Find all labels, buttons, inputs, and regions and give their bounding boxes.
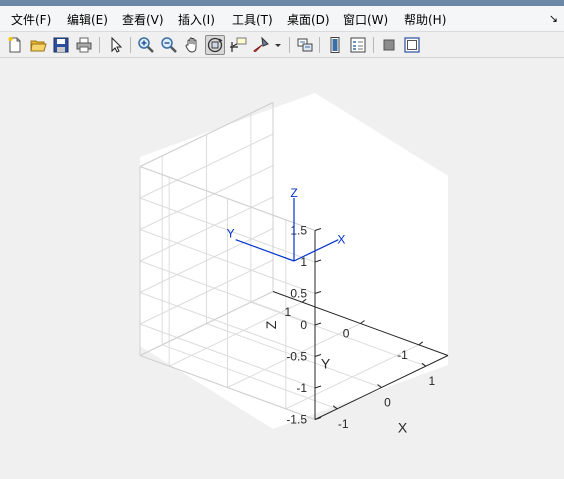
z-tick-label: 0.5 xyxy=(290,286,307,300)
x-tick-label: -1 xyxy=(338,417,349,431)
hide-plot-tools-icon[interactable] xyxy=(379,35,399,55)
frame-label-y: Y xyxy=(227,227,235,241)
z-tick-label: 0 xyxy=(300,318,307,332)
x-tick-label: 0 xyxy=(384,395,391,409)
menu-view[interactable]: 查看(V) xyxy=(122,11,164,28)
pan-hand-icon[interactable] xyxy=(182,35,202,55)
brush-icon[interactable] xyxy=(251,35,271,55)
toolbar-separator xyxy=(130,37,131,53)
menu-tools[interactable]: 工具(T) xyxy=(232,11,273,28)
x-axis-label: X xyxy=(398,419,408,435)
edit-plot-arrow-icon[interactable] xyxy=(106,35,126,55)
frame-label-z: Z xyxy=(290,186,297,200)
y-axis-label: Y xyxy=(321,356,331,372)
show-plot-tools-icon[interactable] xyxy=(402,35,422,55)
save-figure-icon[interactable] xyxy=(51,35,71,55)
zoom-out-icon[interactable] xyxy=(159,35,179,55)
menu-edit[interactable]: 编辑(E) xyxy=(67,11,108,28)
y-tick-label: 0 xyxy=(343,327,350,341)
z-tick-label: -1.5 xyxy=(286,412,307,426)
dock-figure-icon[interactable]: ↘ xyxy=(549,12,558,25)
brush-dropdown-chevron-icon[interactable] xyxy=(272,35,284,55)
menu-window[interactable]: 窗口(W) xyxy=(343,11,388,28)
data-cursor-icon[interactable] xyxy=(228,35,248,55)
menu-bar: 文件(F) 编辑(E) 查看(V) 插入(I) 工具(T) 桌面(D) 窗口(W… xyxy=(0,6,564,32)
print-figure-icon[interactable] xyxy=(74,35,94,55)
toolbar-separator xyxy=(99,37,100,53)
menu-desktop[interactable]: 桌面(D) xyxy=(287,11,330,28)
rotate-3d-icon[interactable] xyxy=(205,35,225,55)
axes-3d[interactable]: -1.5-1-0.500.511.5-101-101 ZXY XYZ xyxy=(0,59,564,479)
z-axis-label: Z xyxy=(263,320,279,329)
menu-insert[interactable]: 插入(I) xyxy=(178,11,215,28)
menu-file[interactable]: 文件(F) xyxy=(11,11,51,28)
toolbar-separator xyxy=(319,37,320,53)
figure-canvas[interactable]: -1.5 -1 -0.5 0 0.5 1 1.5 -1 0 1 -1 0 1 ZXY XYZ xyxy=(0,59,564,479)
x-tick-label: 1 xyxy=(428,374,435,388)
insert-colorbar-icon[interactable] xyxy=(325,35,345,55)
zoom-in-icon[interactable] xyxy=(136,35,156,55)
insert-legend-icon[interactable] xyxy=(348,35,368,55)
z-tick-label: 1.5 xyxy=(290,223,307,237)
toolbar-separator xyxy=(373,37,374,53)
new-figure-icon[interactable] xyxy=(5,35,25,55)
figure-window: 文件(F) 编辑(E) 查看(V) 插入(I) 工具(T) 桌面(D) 窗口(W… xyxy=(0,0,564,479)
y-tick-label: 1 xyxy=(284,305,291,319)
open-file-icon[interactable] xyxy=(28,35,48,55)
figure-toolbar xyxy=(0,32,564,58)
link-plot-icon[interactable] xyxy=(295,35,315,55)
toolbar-separator xyxy=(289,37,290,53)
frame-label-x: X xyxy=(337,233,345,247)
z-tick-label: -0.5 xyxy=(286,349,307,363)
menu-help[interactable]: 帮助(H) xyxy=(404,11,446,28)
z-tick-label: -1 xyxy=(296,381,307,395)
y-tick-label: -1 xyxy=(397,348,408,362)
